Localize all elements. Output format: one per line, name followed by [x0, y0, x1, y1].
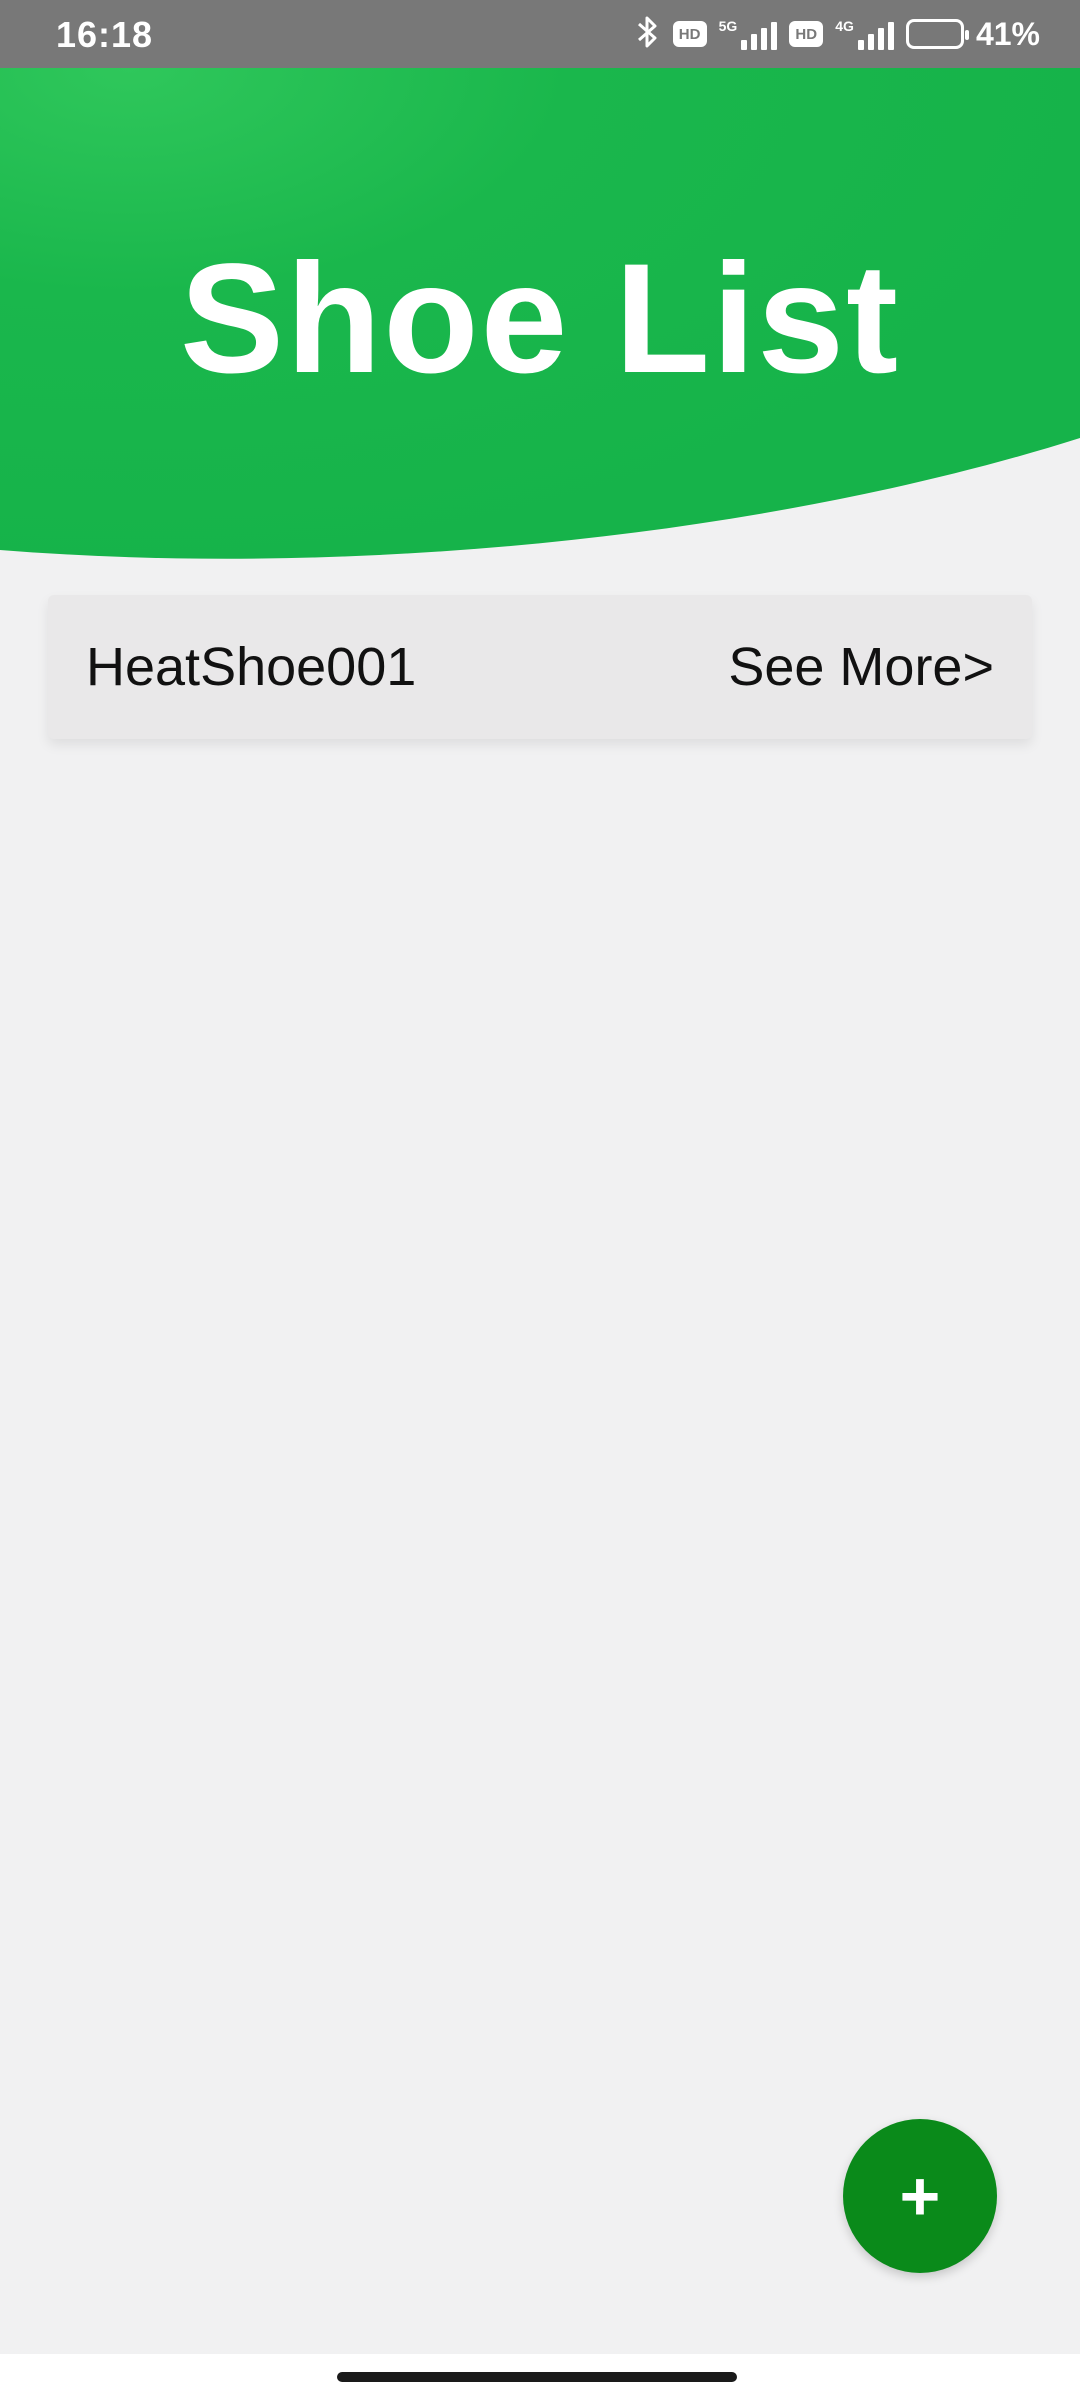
see-more-link[interactable]: See More> [728, 636, 994, 698]
plus-icon: + [899, 2157, 941, 2235]
status-time: 16:18 [56, 14, 154, 55]
status-icons: HD 5G HD 4G 41% [635, 12, 1040, 56]
hd-badge: HD [672, 21, 707, 47]
list-item[interactable]: HeatShoe001 See More> [48, 595, 1032, 739]
network-type-label: 4G [835, 18, 854, 34]
status-bar: 16:18 HD 5G HD 4G 41% [0, 0, 1080, 68]
shoe-name: HeatShoe001 [86, 637, 417, 697]
battery-icon [905, 19, 969, 49]
network-type-label: 5G [718, 18, 738, 34]
add-shoe-button[interactable]: + [843, 2119, 997, 2273]
page-title: Shoe List [179, 232, 901, 406]
home-indicator[interactable] [337, 2372, 737, 2382]
signal-strength-icon [857, 18, 894, 50]
battery-percentage: 41% [975, 15, 1040, 52]
app-screen: 16:18 HD 5G HD 4G 41% Shoe List HeatShoe… [0, 0, 1080, 2400]
hd-badge: HD [789, 21, 824, 47]
bluetooth-icon [635, 14, 661, 55]
signal-strength-icon [741, 18, 778, 50]
